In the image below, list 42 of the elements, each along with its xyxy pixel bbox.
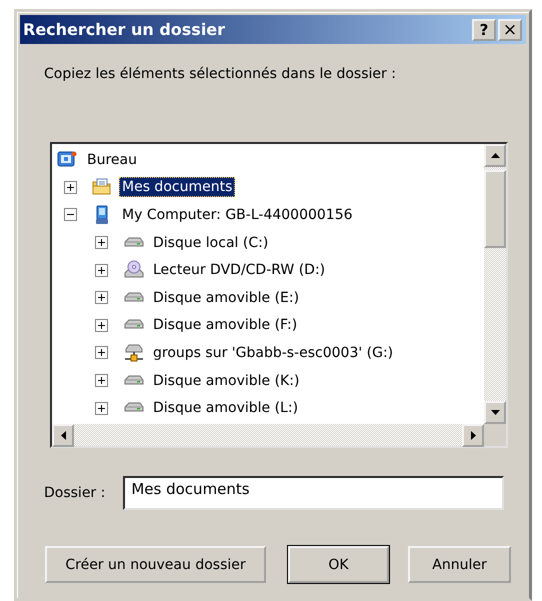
ok-button[interactable]: OK (288, 546, 389, 583)
tree-item[interactable]: groups sur 'Gbabb-s-esc0003' (G:) (150, 342, 396, 363)
up-arrow-icon (490, 153, 500, 158)
tree-item[interactable]: Disque amovible (F:) (150, 315, 300, 336)
scroll-down-button[interactable] (484, 401, 506, 424)
expand-icon[interactable] (95, 402, 108, 415)
vertical-scrollbar[interactable] (484, 144, 506, 424)
right-arrow-icon (470, 431, 476, 440)
expand-icon[interactable] (95, 264, 108, 277)
scrollbar-corner (484, 424, 506, 446)
tree-item[interactable]: Disque amovible (E:) (150, 288, 302, 308)
scroll-up-button[interactable] (484, 144, 506, 167)
cd-drive-icon (123, 260, 145, 280)
expand-icon[interactable] (95, 346, 108, 360)
down-arrow-icon (490, 410, 500, 415)
close-button[interactable]: × (498, 18, 522, 40)
scroll-right-button[interactable] (462, 424, 484, 447)
tree-item[interactable]: Disque local (C:) (150, 232, 272, 253)
horizontal-scrollbar[interactable] (52, 424, 506, 446)
scroll-thumb[interactable] (484, 170, 506, 248)
tree-item[interactable]: Lecteur DVD/CD-RW (D:) (150, 260, 328, 280)
tree-item[interactable]: Mes documents (119, 177, 236, 198)
scroll-left-button[interactable] (52, 424, 74, 447)
network-drive-icon (123, 342, 145, 363)
tree-item[interactable]: Bureau (84, 150, 140, 170)
expand-icon[interactable] (95, 374, 108, 388)
collapse-icon[interactable] (64, 208, 77, 222)
tree-item[interactable]: Disque amovible (K:) (150, 370, 302, 391)
left-arrow-icon (60, 431, 66, 440)
tree-item[interactable]: Disque amovible (L:) (150, 398, 302, 418)
expand-icon[interactable] (64, 180, 77, 194)
expand-icon[interactable] (95, 236, 108, 250)
cancel-button[interactable]: Annuler (408, 546, 511, 583)
expand-icon[interactable] (95, 291, 108, 304)
folder-input-field[interactable]: Mes documents (123, 476, 504, 510)
tree-item[interactable]: My Computer: GB-L-4400000156 (119, 204, 356, 225)
prompt-text: Copiez les éléments sélectionnés dans le dossier : (44, 66, 397, 84)
folder-label: Dossier : (44, 485, 106, 501)
expand-icon[interactable] (95, 318, 108, 332)
window-title: Rechercher un dossier (23, 20, 226, 39)
new-folder-button[interactable]: Créer un nouveau dossier (45, 546, 266, 583)
help-button[interactable]: ? (472, 18, 496, 40)
